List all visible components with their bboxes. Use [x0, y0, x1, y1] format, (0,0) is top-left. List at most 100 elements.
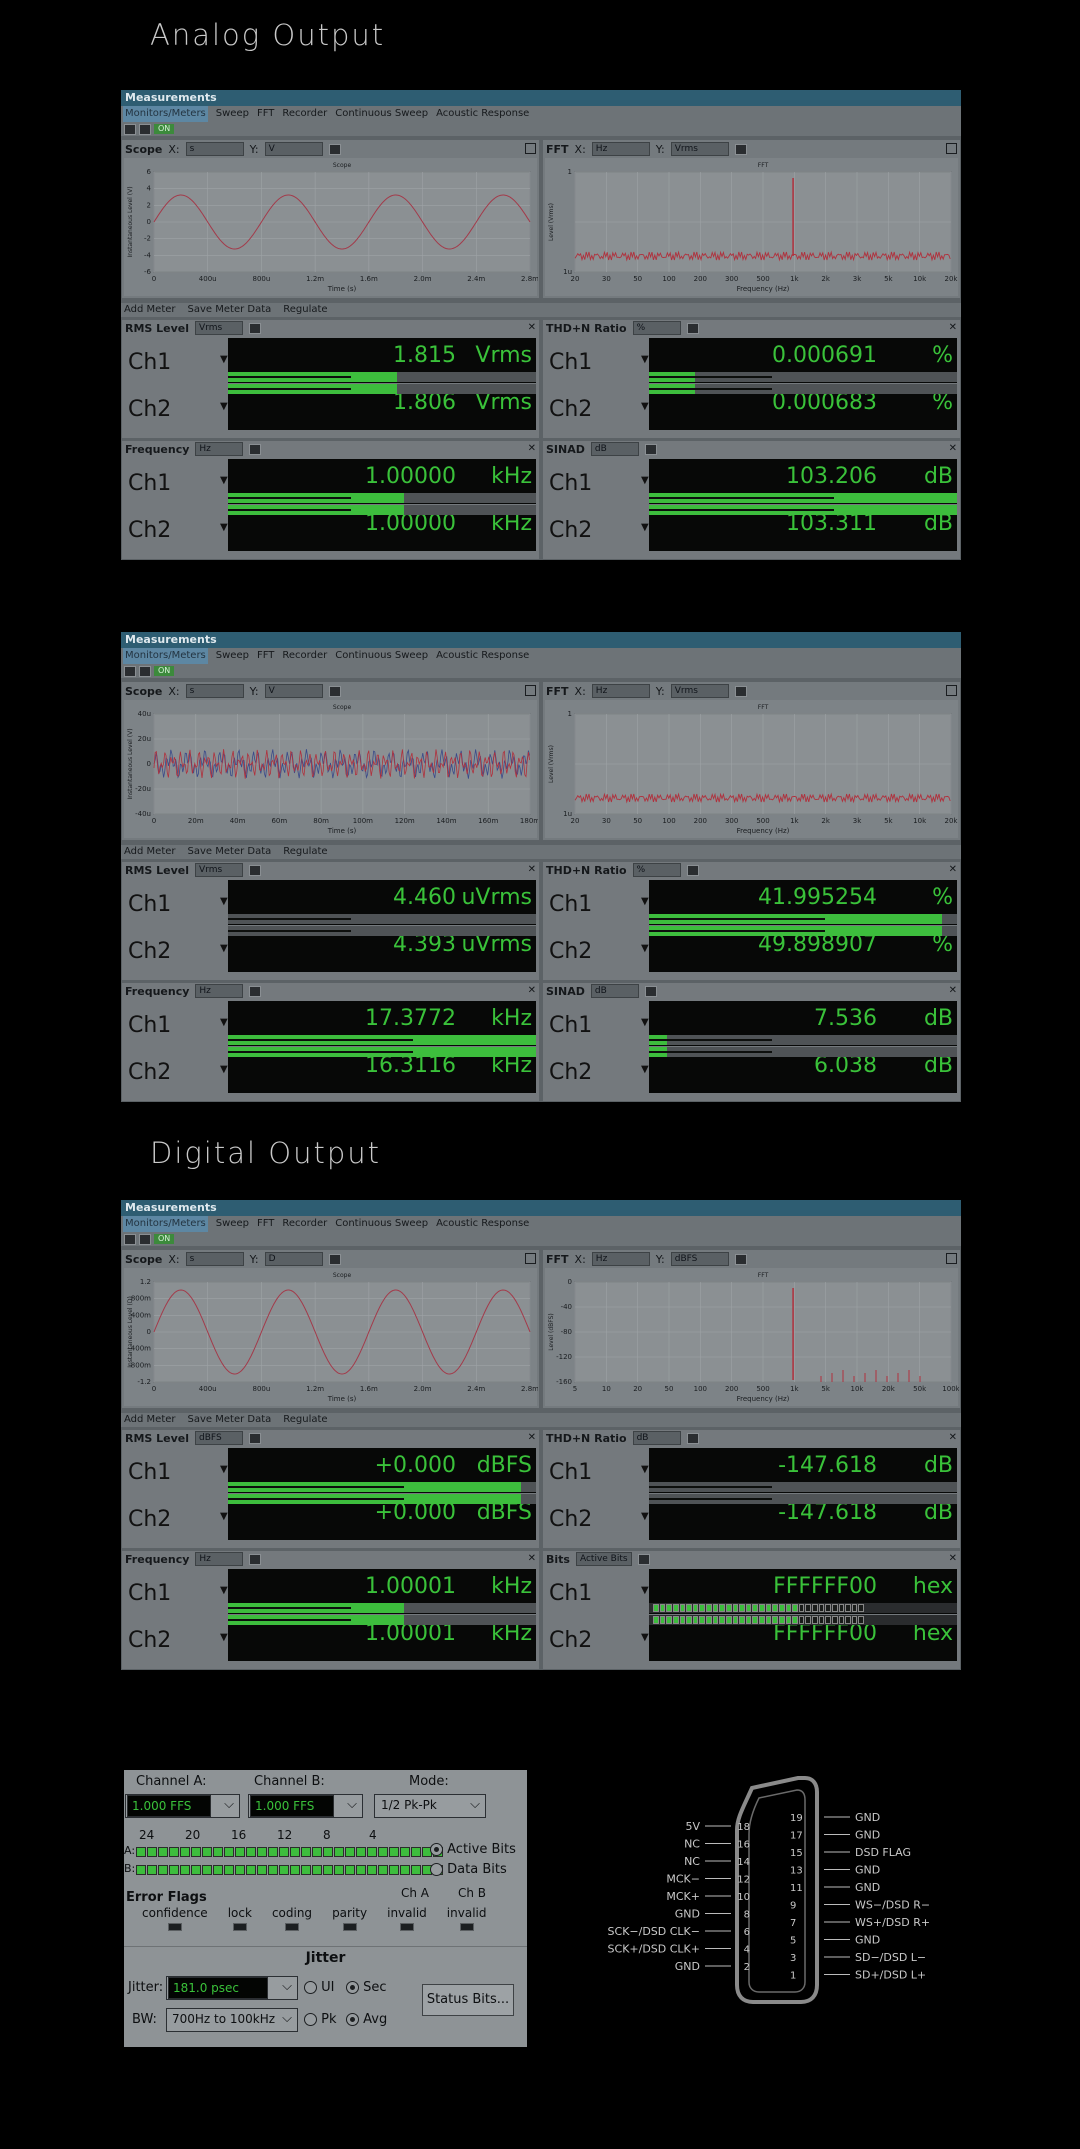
- on-toggle[interactable]: ON: [154, 666, 175, 676]
- grid-icon[interactable]: [139, 665, 151, 677]
- meter-unit-select[interactable]: dB: [590, 984, 639, 998]
- ui-radio[interactable]: UI: [304, 1980, 335, 1995]
- x-unit-select[interactable]: s: [185, 142, 244, 156]
- tab-sweep[interactable]: Sweep: [216, 1216, 249, 1232]
- regulate-button[interactable]: Regulate: [283, 303, 327, 317]
- meter-unit-select[interactable]: dB: [632, 1431, 681, 1445]
- popout-icon[interactable]: [525, 143, 536, 154]
- add-meter-button[interactable]: Add Meter: [124, 303, 176, 317]
- menu-icon[interactable]: [124, 665, 136, 677]
- settings-icon[interactable]: [249, 443, 262, 455]
- chevron-down-icon[interactable]: ▼: [641, 1464, 649, 1475]
- status-bits-button[interactable]: Status Bits...: [422, 1984, 514, 2016]
- close-icon[interactable]: ✕: [528, 322, 536, 333]
- meter-unit-select[interactable]: Hz: [195, 442, 244, 456]
- avg-radio[interactable]: Avg: [346, 2012, 387, 2027]
- chevron-down-icon[interactable]: ▼: [220, 896, 228, 907]
- settings-icon[interactable]: [249, 864, 262, 876]
- chevron-down-icon[interactable]: ▼: [220, 943, 228, 954]
- y-unit-select[interactable]: D: [264, 1252, 323, 1266]
- channel-a-select[interactable]: 1.000 FFS ⌵: [125, 1794, 240, 1818]
- popout-icon[interactable]: [525, 1253, 536, 1264]
- y-unit-select[interactable]: V: [264, 684, 323, 698]
- close-icon[interactable]: ✕: [949, 985, 957, 996]
- settings-icon[interactable]: [249, 322, 262, 334]
- tab-sweep[interactable]: Sweep: [216, 106, 249, 122]
- mode-select[interactable]: 1/2 Pk-Pk ⌵: [374, 1794, 486, 1818]
- chevron-down-icon[interactable]: ▼: [220, 522, 228, 533]
- meter-unit-select[interactable]: Vrms: [195, 863, 244, 877]
- regulate-button[interactable]: Regulate: [283, 845, 327, 859]
- chevron-down-icon[interactable]: ▼: [641, 1511, 649, 1522]
- settings-icon[interactable]: [734, 143, 747, 155]
- chevron-down-icon[interactable]: ▼: [220, 1064, 228, 1075]
- close-icon[interactable]: ✕: [528, 1432, 536, 1443]
- settings-icon[interactable]: [644, 985, 657, 997]
- meter-unit-select[interactable]: dB: [590, 442, 639, 456]
- grid-icon[interactable]: [139, 123, 151, 135]
- chevron-down-icon[interactable]: ▼: [641, 896, 649, 907]
- meter-unit-select[interactable]: %: [632, 863, 681, 877]
- close-icon[interactable]: ✕: [528, 864, 536, 875]
- meter-unit-select[interactable]: Hz: [195, 1552, 244, 1566]
- chevron-down-icon[interactable]: ▼: [220, 1017, 228, 1028]
- x-unit-select[interactable]: Hz: [591, 684, 650, 698]
- tab-monitors-meters[interactable]: Monitors/Meters: [123, 1216, 208, 1232]
- chevron-down-icon[interactable]: ▼: [220, 475, 228, 486]
- settings-icon[interactable]: [637, 1553, 650, 1565]
- y-unit-select[interactable]: dBFS: [670, 1252, 729, 1266]
- tab-continuous-sweep[interactable]: Continuous Sweep: [335, 1216, 428, 1232]
- chevron-down-icon[interactable]: ▼: [641, 354, 649, 365]
- save-meter-data-button[interactable]: Save Meter Data: [188, 303, 272, 317]
- tab-acoustic-response[interactable]: Acoustic Response: [436, 648, 529, 664]
- popout-icon[interactable]: [946, 685, 957, 696]
- tab-recorder[interactable]: Recorder: [282, 106, 327, 122]
- y-unit-select[interactable]: Vrms: [670, 684, 729, 698]
- chevron-down-icon[interactable]: ▼: [641, 1585, 649, 1596]
- tab-monitors-meters[interactable]: Monitors/Meters: [123, 648, 208, 664]
- tab-continuous-sweep[interactable]: Continuous Sweep: [335, 648, 428, 664]
- chevron-down-icon[interactable]: ▼: [220, 1632, 228, 1643]
- meter-unit-select[interactable]: Active Bits: [575, 1552, 632, 1566]
- active-bits-radio[interactable]: Active Bits: [430, 1842, 516, 1857]
- tab-fft[interactable]: FFT: [257, 1216, 274, 1232]
- on-toggle[interactable]: ON: [154, 124, 175, 134]
- grid-icon[interactable]: [139, 1233, 151, 1245]
- chevron-down-icon[interactable]: ▼: [220, 401, 228, 412]
- save-meter-data-button[interactable]: Save Meter Data: [188, 845, 272, 859]
- y-unit-select[interactable]: V: [264, 142, 323, 156]
- close-icon[interactable]: ✕: [949, 443, 957, 454]
- settings-icon[interactable]: [249, 1432, 262, 1444]
- chevron-down-icon[interactable]: ▼: [641, 522, 649, 533]
- tab-fft[interactable]: FFT: [257, 648, 274, 664]
- add-meter-button[interactable]: Add Meter: [124, 1413, 176, 1427]
- popout-icon[interactable]: [525, 685, 536, 696]
- menu-icon[interactable]: [124, 123, 136, 135]
- data-bits-radio[interactable]: Data Bits: [430, 1862, 507, 1877]
- tab-sweep[interactable]: Sweep: [216, 648, 249, 664]
- y-unit-select[interactable]: Vrms: [670, 142, 729, 156]
- chevron-down-icon[interactable]: ▼: [641, 943, 649, 954]
- settings-icon[interactable]: [249, 985, 262, 997]
- sec-radio[interactable]: Sec: [346, 1980, 387, 1995]
- jitter-select[interactable]: 181.0 psec ⌵: [166, 1976, 298, 2000]
- x-unit-select[interactable]: s: [185, 684, 244, 698]
- settings-icon[interactable]: [686, 1432, 699, 1444]
- settings-icon[interactable]: [686, 864, 699, 876]
- meter-unit-select[interactable]: Vrms: [195, 321, 244, 335]
- popout-icon[interactable]: [946, 1253, 957, 1264]
- meter-unit-select[interactable]: Hz: [195, 984, 244, 998]
- chevron-down-icon[interactable]: ▼: [220, 354, 228, 365]
- meter-unit-select[interactable]: dBFS: [195, 1431, 244, 1445]
- bw-select[interactable]: 700Hz to 100kHz ⌵: [166, 2008, 298, 2032]
- close-icon[interactable]: ✕: [949, 322, 957, 333]
- popout-icon[interactable]: [946, 143, 957, 154]
- tab-monitors-meters[interactable]: Monitors/Meters: [123, 106, 208, 122]
- tab-fft[interactable]: FFT: [257, 106, 274, 122]
- tab-acoustic-response[interactable]: Acoustic Response: [436, 1216, 529, 1232]
- chevron-down-icon[interactable]: ▼: [641, 401, 649, 412]
- regulate-button[interactable]: Regulate: [283, 1413, 327, 1427]
- tab-recorder[interactable]: Recorder: [282, 1216, 327, 1232]
- x-unit-select[interactable]: Hz: [591, 1252, 650, 1266]
- on-toggle[interactable]: ON: [154, 1234, 175, 1244]
